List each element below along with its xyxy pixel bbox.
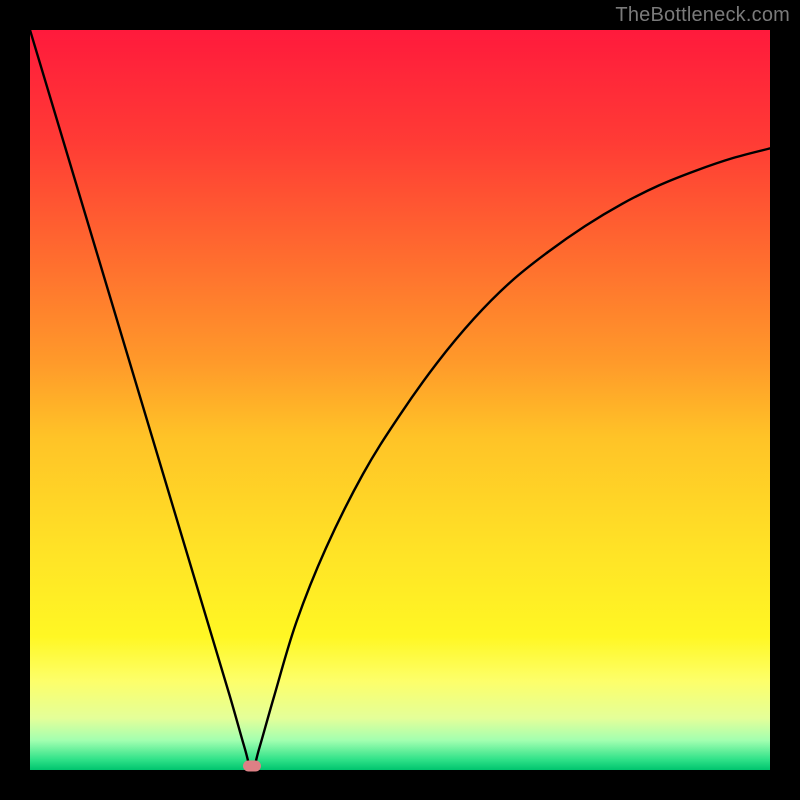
chart-svg — [30, 30, 770, 770]
watermark-text: TheBottleneck.com — [615, 4, 790, 27]
chart-frame: TheBottleneck.com — [0, 0, 800, 800]
optimum-marker — [243, 761, 261, 772]
chart-plot-area — [30, 30, 770, 770]
